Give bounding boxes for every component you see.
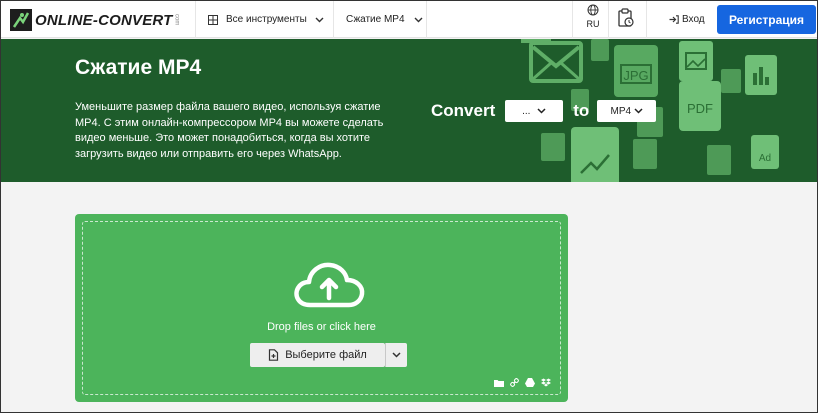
logo-text: ONLINE-CONVERT (35, 11, 173, 29)
grid-icon (208, 14, 218, 25)
convert-selector: Convert ... to MP4 (431, 100, 657, 122)
drop-files-text: Drop files or click here (267, 321, 376, 333)
hero-banner: JPG PDF Ad Сжатие MP4 Уменьшите размер ф… (1, 39, 817, 182)
history-icon (618, 8, 634, 27)
logo-suffix: com (173, 14, 180, 26)
login-link[interactable]: Вход (669, 1, 705, 38)
upload-dropzone[interactable]: Drop files or click here Выберите файл (75, 214, 568, 402)
upload-sources (494, 378, 551, 387)
current-tool-label: Сжатие MP4 (346, 14, 405, 25)
google-drive-icon[interactable] (525, 378, 535, 387)
login-label: Вход (682, 14, 705, 25)
history-button[interactable] (616, 7, 636, 34)
link-icon[interactable] (510, 378, 519, 387)
target-format-select[interactable]: MP4 (597, 100, 657, 122)
cloud-upload-icon (294, 262, 365, 308)
jpg-label: JPG (623, 68, 648, 83)
chevron-down-icon (537, 108, 546, 114)
choose-file-button[interactable]: Выберите файл (250, 343, 385, 367)
target-format-value: MP4 (610, 105, 632, 117)
pdf-label: PDF (687, 101, 713, 116)
all-tools-label: Все инструменты (226, 14, 307, 25)
chevron-down-icon (414, 17, 423, 22)
dropbox-icon[interactable] (541, 378, 551, 387)
all-tools-menu[interactable]: Все инструменты (208, 1, 324, 38)
source-format-value: ... (522, 105, 531, 117)
file-add-icon (269, 349, 279, 361)
choose-source-dropdown[interactable] (385, 343, 407, 367)
source-format-select[interactable]: ... (505, 100, 564, 122)
logo[interactable]: ONLINE-CONVERT com (10, 9, 180, 31)
folder-icon[interactable] (494, 379, 504, 387)
chevron-down-icon (315, 17, 324, 22)
login-icon (669, 15, 679, 24)
register-button[interactable]: Регистрация (717, 5, 816, 34)
dropzone-border: Drop files or click here Выберите файл (82, 221, 561, 395)
logo-icon (10, 9, 32, 31)
convert-label: Convert (431, 101, 496, 120)
page-title: Сжатие MP4 (75, 56, 202, 79)
ad-label: Ad (759, 153, 771, 164)
globe-icon (587, 4, 599, 16)
language-label: RU (586, 19, 600, 29)
top-header: ONLINE-CONVERT com Все инструменты Сжати… (1, 1, 817, 38)
chevron-down-icon (392, 352, 401, 358)
page-description: Уменьшите размер файла вашего видео, исп… (75, 101, 384, 160)
current-tool-menu[interactable]: Сжатие MP4 (346, 1, 423, 38)
language-selector[interactable]: RU (579, 4, 607, 36)
to-label: to (573, 101, 590, 120)
choose-file-label: Выберите файл (285, 349, 367, 361)
chevron-down-icon (634, 108, 643, 114)
